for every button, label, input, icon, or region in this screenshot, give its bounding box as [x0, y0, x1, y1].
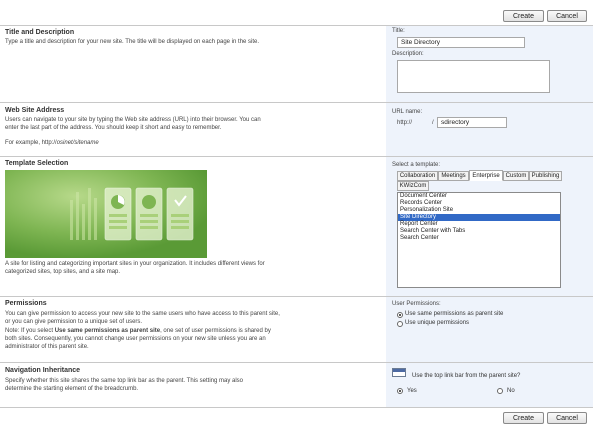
- permissions-note-prefix: Note: If you select: [5, 328, 55, 334]
- address-example-prefix: For example, http://: [5, 140, 57, 146]
- tab-enterprise[interactable]: Enterprise: [469, 170, 503, 181]
- user-permissions-label: User Permissions:: [392, 301, 441, 307]
- template-option-report-center[interactable]: Report Center: [398, 221, 560, 228]
- radio-unique-permissions-label: Use unique permissions: [405, 320, 470, 326]
- tab-publishing[interactable]: Publishing: [529, 171, 562, 181]
- radio-nav-no[interactable]: [497, 388, 503, 394]
- radio-nav-no-label: No: [507, 388, 515, 394]
- template-option-site-directory[interactable]: Site Directory: [398, 214, 560, 221]
- url-input[interactable]: sdirectory: [437, 117, 507, 128]
- radio-same-permissions[interactable]: [397, 312, 403, 318]
- template-option-search-center-tabs[interactable]: Search Center with Tabs: [398, 228, 560, 235]
- navigation-panel: [386, 363, 593, 407]
- select-template-label: Select a template:: [392, 162, 441, 168]
- title-input[interactable]: Site Directory: [397, 37, 525, 48]
- create-button-bottom[interactable]: Create: [503, 412, 544, 424]
- title-section-heading: Title and Description: [5, 29, 75, 36]
- permissions-section-heading: Permissions: [5, 300, 47, 307]
- address-section-text: Users can navigate to your site by typin…: [5, 117, 261, 131]
- description-label: Description:: [392, 51, 424, 57]
- description-textarea[interactable]: [397, 60, 550, 93]
- template-preview-image: [5, 170, 207, 258]
- template-option-document-center[interactable]: Document Center: [398, 193, 560, 200]
- url-slash: /: [432, 120, 434, 126]
- radio-nav-yes-label: Yes: [407, 388, 417, 394]
- template-option-search-center[interactable]: Search Center: [398, 235, 560, 242]
- title-label: Title:: [392, 28, 405, 34]
- navigation-section-heading: Navigation Inheritance: [5, 367, 81, 374]
- divider: [0, 407, 593, 408]
- cancel-button-top[interactable]: Cancel: [547, 10, 587, 22]
- divider: [0, 362, 593, 363]
- divider: [0, 296, 593, 297]
- permissions-note-bold: Use same permissions as parent site: [54, 328, 161, 334]
- create-button-top[interactable]: Create: [503, 10, 544, 22]
- url-prefix: http://: [397, 120, 413, 126]
- radio-same-permissions-label: Use same permissions as parent site: [405, 311, 504, 317]
- divider: [0, 25, 593, 26]
- tab-collaboration[interactable]: Collaboration: [397, 171, 438, 181]
- radio-unique-permissions[interactable]: [397, 321, 403, 327]
- link-bar-icon: [392, 368, 406, 377]
- tab-meetings[interactable]: Meetings: [438, 171, 469, 181]
- address-example-italic: osinet/sitename: [56, 140, 99, 146]
- radio-nav-yes[interactable]: [397, 388, 403, 394]
- address-example: For example, http://osinet/sitename: [5, 139, 99, 147]
- url-name-label: URL name:: [392, 109, 423, 115]
- template-listbox[interactable]: Document Center Records Center Personali…: [397, 192, 561, 288]
- tab-kwizcom[interactable]: KWizCom: [397, 181, 429, 191]
- navigation-text: Specify whether this site shares the sam…: [5, 378, 244, 392]
- template-option-personalization-site[interactable]: Personalization Site: [398, 207, 560, 214]
- permissions-note: Note: If you select Use same permissions…: [5, 327, 280, 351]
- template-section-heading: Template Selection: [5, 160, 69, 167]
- permissions-text: You can give permission to access your n…: [5, 311, 280, 325]
- divider: [0, 156, 593, 157]
- link-bar-question: Use the top link bar from the parent sit…: [412, 373, 521, 379]
- cancel-button-bottom[interactable]: Cancel: [547, 412, 587, 424]
- divider: [0, 102, 593, 103]
- address-section-heading: Web Site Address: [5, 107, 65, 114]
- template-option-records-center[interactable]: Records Center: [398, 200, 560, 207]
- title-section-text: Type a title and description for your ne…: [5, 39, 260, 45]
- template-description: A site for listing and categorizing impo…: [5, 261, 265, 275]
- tab-custom[interactable]: Custom: [503, 171, 529, 181]
